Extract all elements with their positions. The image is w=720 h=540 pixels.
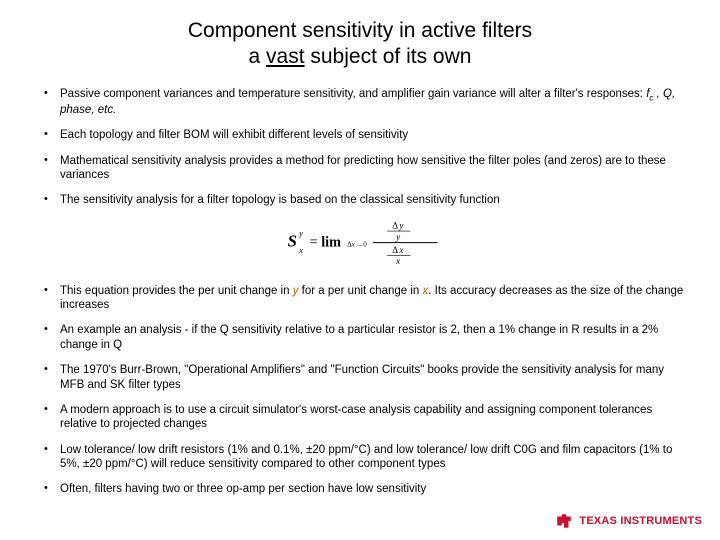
equation-svg: S y x = lim Δ x →0 Δ y y Δ x x: [276, 219, 444, 265]
list-item: Passive component variances and temperat…: [36, 87, 684, 118]
eq-sub: x: [298, 246, 303, 255]
eq-equals: =: [310, 234, 318, 250]
equation-image: S y x = lim Δ x →0 Δ y y Δ x x: [270, 215, 450, 274]
list-item: The sensitivity analysis for a filter to…: [36, 193, 684, 207]
bullet-text: for a per unit change in: [298, 285, 422, 297]
title-line2-pre: a: [249, 45, 267, 68]
bullet-text: Each topology and filter BOM will exhibi…: [60, 129, 408, 141]
eq-lim: lim: [321, 234, 341, 250]
eq-S: S: [288, 231, 297, 250]
slide: Component sensitivity in active filters …: [0, 0, 720, 540]
bullet-list: This equation provides the per unit chan…: [28, 284, 692, 497]
bullet-text: An example an analysis - if the Q sensit…: [60, 324, 658, 350]
ti-logo-icon: [555, 512, 573, 530]
eq-den: Δ: [392, 245, 398, 255]
eq-num: Δ: [392, 220, 398, 230]
title-line2-post: subject of its own: [305, 45, 472, 68]
eq-den: x: [395, 256, 400, 265]
equation: S y x = lim Δ x →0 Δ y y Δ x x: [28, 215, 692, 274]
list-item: Often, filters having two or three op-am…: [36, 482, 684, 496]
list-item: The 1970's Burr-Brown, "Operational Ampl…: [36, 363, 684, 392]
eq-limsub: →0: [356, 240, 367, 248]
list-item: Low tolerance/ low drift resistors (1% a…: [36, 443, 684, 472]
eq-limsub: x: [351, 240, 356, 248]
brand-label: TEXAS INSTRUMENTS: [579, 515, 702, 527]
footer-brand: TEXAS INSTRUMENTS: [555, 512, 702, 530]
list-item: This equation provides the per unit chan…: [36, 284, 684, 313]
eq-num: y: [395, 232, 401, 242]
bullet-text: Mathematical sensitivity analysis provid…: [60, 155, 666, 181]
bullet-list: Passive component variances and temperat…: [28, 87, 692, 208]
eq-sup: y: [298, 229, 303, 238]
list-item: Mathematical sensitivity analysis provid…: [36, 154, 684, 183]
bullet-text: A modern approach is to use a circuit si…: [60, 404, 652, 430]
bullet-text: This equation provides the per unit chan…: [60, 285, 293, 297]
bullet-text: Often, filters having two or three op-am…: [60, 483, 426, 495]
bullet-text: The sensitivity analysis for a filter to…: [60, 194, 500, 206]
title-line2-underlined: vast: [266, 45, 305, 68]
slide-title: Component sensitivity in active filters …: [28, 18, 692, 71]
list-item: Each topology and filter BOM will exhibi…: [36, 128, 684, 142]
eq-num: y: [398, 220, 404, 230]
bullet-text: Low tolerance/ low drift resistors (1% a…: [60, 444, 672, 470]
bullet-text: Passive component variances and temperat…: [60, 88, 646, 100]
eq-den: x: [398, 245, 403, 255]
title-line1: Component sensitivity in active filters: [188, 19, 532, 42]
list-item: An example an analysis - if the Q sensit…: [36, 323, 684, 352]
bullet-text: The 1970's Burr-Brown, "Operational Ampl…: [60, 364, 664, 390]
list-item: A modern approach is to use a circuit si…: [36, 403, 684, 432]
